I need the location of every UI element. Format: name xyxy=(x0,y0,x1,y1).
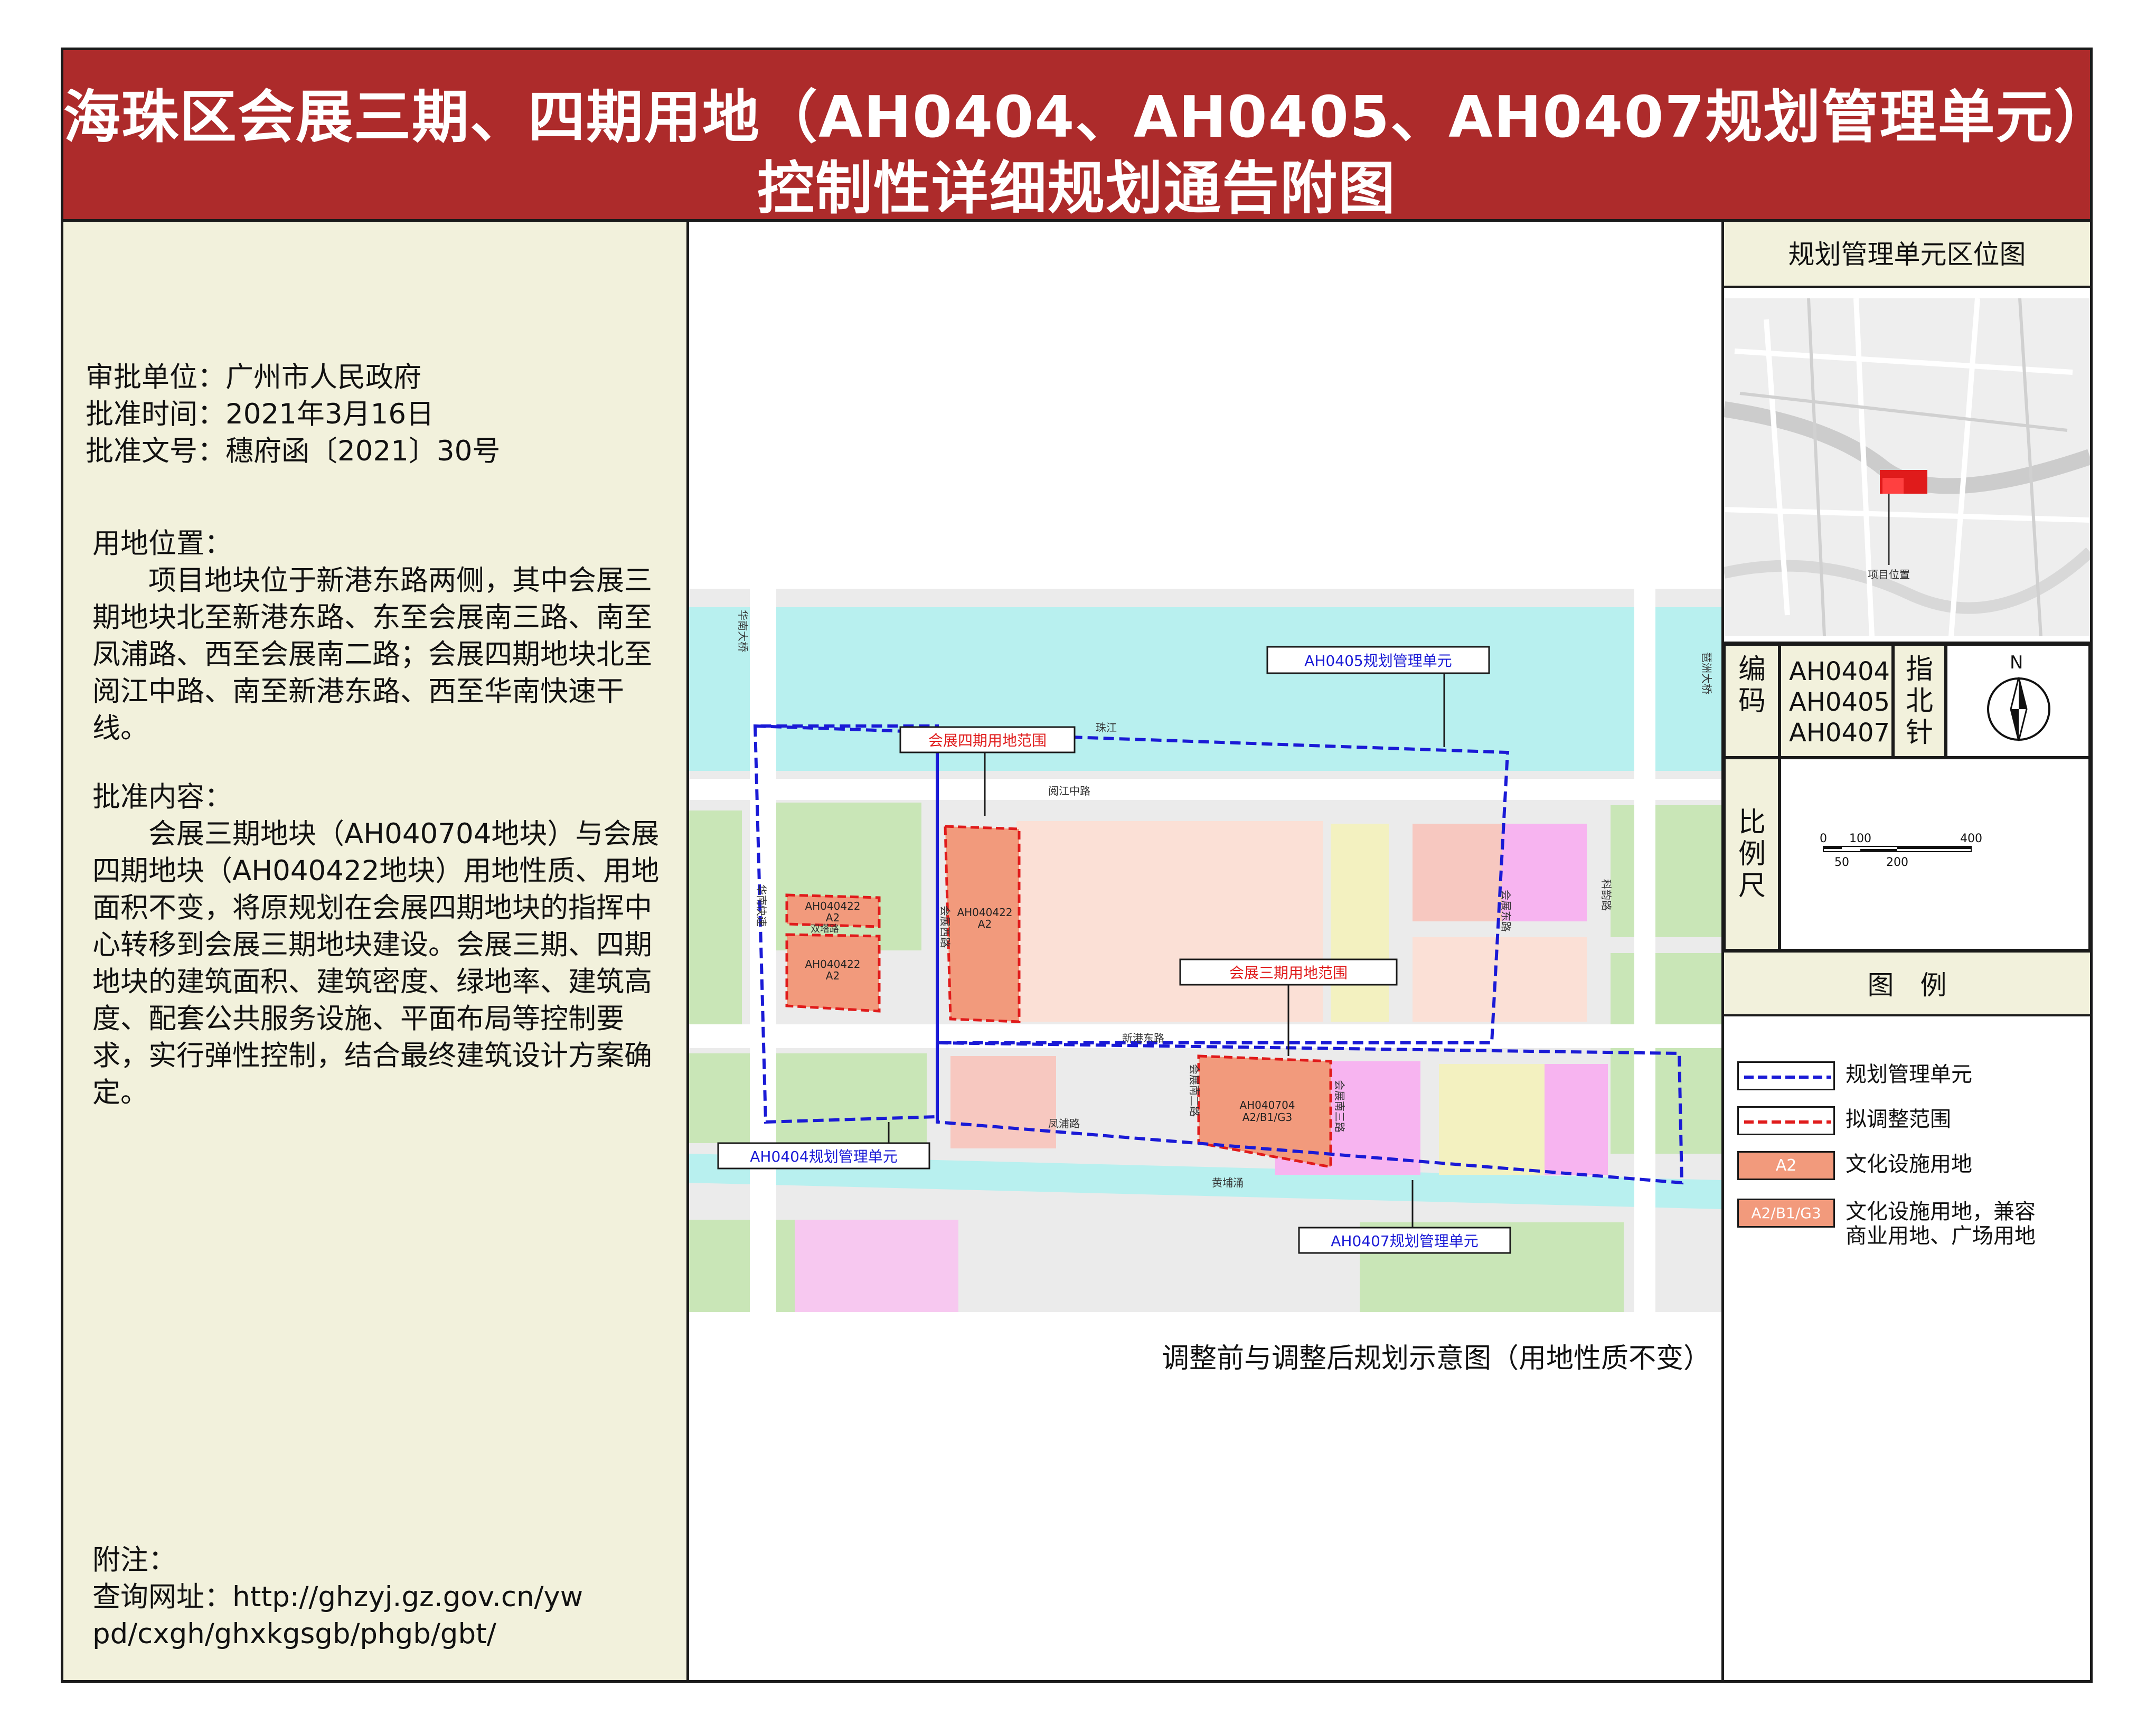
unit-code: AH0405 xyxy=(1789,687,1890,717)
road-label: 阅江中路 xyxy=(1048,785,1090,797)
unit-code: AH0407 xyxy=(1789,718,1890,748)
content-heading: 批准内容： xyxy=(92,781,232,813)
legend-title: 图 例 xyxy=(1724,950,2090,1016)
xingang-road xyxy=(689,1024,1721,1048)
note-heading: 附注： xyxy=(92,1544,176,1576)
parcel-code: AH040704 xyxy=(1239,1099,1295,1111)
approval-time: 批准时间：2021年3月16日 xyxy=(86,398,435,430)
scale-tick: 100 xyxy=(1849,832,1871,845)
parcel-code: AH040422 xyxy=(805,900,860,912)
huanan-express-road xyxy=(750,589,776,1312)
scale-tick: 0 xyxy=(1820,832,1827,845)
plot-pink-south xyxy=(950,1056,1056,1148)
green-area xyxy=(689,810,742,1048)
road-label: 双塔路 xyxy=(811,923,839,935)
scale-tick: 200 xyxy=(1886,856,1908,869)
project-location-label: 项目位置 xyxy=(1868,568,1910,581)
query-url-line-2[interactable]: pd/cxgh/ghxkgsgb/phgb/gbt/ xyxy=(92,1616,496,1653)
road-label: 华南大桥 xyxy=(737,610,749,652)
location-heading: 用地位置： xyxy=(92,527,232,560)
parcel-use: A2 xyxy=(826,969,840,982)
road-label: 科韵路 xyxy=(1600,879,1613,911)
north-arrow-cell: N xyxy=(1946,644,2090,758)
scope-label-phase4: 会展四期用地范围 xyxy=(928,732,1047,749)
legend-label: 文化设施用地 xyxy=(1846,1152,1972,1176)
title-bar: 海珠区会展三期、四期用地（AH0404、AH0405、AH0407规划管理单元）… xyxy=(63,50,2112,222)
parcel-code: AH040422 xyxy=(805,958,860,970)
green-area xyxy=(768,803,921,950)
location-map: 项目位置 xyxy=(1724,298,2090,636)
scale-tick: 400 xyxy=(1960,832,1982,845)
map-caption: 调整前与调整后规划示意图（用地性质不变） xyxy=(1161,1343,1711,1374)
unit-label-ah0405: AH0405规划管理单元 xyxy=(1304,652,1452,670)
plot-magenta-east xyxy=(1545,1064,1608,1175)
road-label: 会展南三路 xyxy=(1333,1080,1346,1133)
unit-code: AH0404 xyxy=(1789,657,1890,686)
road-label: 会展南二路 xyxy=(1188,1064,1201,1117)
code-label-cell: 编码 xyxy=(1724,644,1780,758)
north-label: 指北针 xyxy=(1905,654,1933,749)
plot-pink xyxy=(1413,824,1502,921)
title-line-1: 海珠区会展三期、四期用地（AH0404、AH0405、AH0407规划管理单元） xyxy=(63,84,2112,150)
river-label: 珠江 xyxy=(1096,721,1117,734)
road-label: 新港东路 xyxy=(1122,1032,1164,1044)
location-map-title: 规划管理单元区位图 xyxy=(1724,222,2090,288)
plot-south-west xyxy=(795,1220,958,1312)
parcel-use: A2 xyxy=(826,911,840,924)
road-label: 凤浦路 xyxy=(1048,1117,1080,1130)
parcel-use: A2/B1/G3 xyxy=(1242,1111,1293,1124)
green-area xyxy=(1611,805,1721,937)
approval-unit: 审批单位：广州市人民政府 xyxy=(86,361,421,393)
plot-light xyxy=(1413,937,1587,1022)
location-body: 项目地块位于新港东路两侧，其中会展三期地块北至新港东路、东至会展南三路、南至凤浦… xyxy=(92,564,652,744)
scale-bar-cell: 0 100 400 50 200 xyxy=(1780,758,2090,950)
legend-label: 拟调整范围 xyxy=(1846,1107,1951,1132)
legend: 规划管理单元 拟调整范围 A2 文化设施用地 A2/B1/G3 文化设施用地，兼… xyxy=(1724,1016,2090,1680)
north-arrow-icon xyxy=(1987,677,2050,741)
road-label: 黄埔涌 xyxy=(1212,1176,1244,1189)
exhibition-center-plot xyxy=(1016,821,1323,1022)
unit-label-ah0407: AH0407规划管理单元 xyxy=(1331,1232,1478,1250)
legend-label: 文化设施用地，兼容商业用地、广场用地 xyxy=(1846,1200,2036,1248)
north-letter: N xyxy=(2010,652,2023,673)
plot-magenta xyxy=(1502,824,1587,921)
content-body: 会展三期地块（AH040704地块）与会展四期地块（AH040422地块）用地性… xyxy=(92,818,660,1109)
map-sheet-frame: 海珠区会展三期、四期用地（AH0404、AH0405、AH0407规划管理单元）… xyxy=(61,48,2112,1683)
scale-bar: 0 100 400 50 200 xyxy=(1820,832,1982,869)
plan-map: AH0405规划管理单元 会展四期用地范围 会展三期用地范围 AH0404规划管… xyxy=(689,589,1721,1312)
plot-yellow xyxy=(1331,824,1389,1022)
zhujiang-river xyxy=(689,607,1721,771)
approval-doc: 批准文号：穗府函〔2021〕30号 xyxy=(86,435,501,467)
scope-label-phase3: 会展三期用地范围 xyxy=(1229,964,1348,982)
road-label: 会展东路 xyxy=(1500,890,1512,932)
scale-tick: 50 xyxy=(1834,856,1849,869)
info-panel: 审批单位：广州市人民政府 批准时间：2021年3月16日 批准文号：穗府函〔20… xyxy=(63,222,689,1680)
code-label: 编码 xyxy=(1738,654,1766,717)
plot-yellow-south xyxy=(1439,1064,1545,1175)
yuejiang-road xyxy=(689,779,1721,800)
kejun-road xyxy=(1634,589,1655,1312)
sidebar: 规划管理单元区位图 项目位置 编码 AH0404 AH0405 AH0407 指… xyxy=(1721,222,2090,1680)
parcel-code: AH040422 xyxy=(957,906,1012,919)
road-label: 琶洲大桥 xyxy=(1700,652,1713,694)
green-area xyxy=(689,1053,927,1143)
unit-label-ah0404: AH0404规划管理单元 xyxy=(750,1148,897,1165)
query-url-line-1[interactable]: 查询网址：http://ghzyj.gz.gov.cn/yw xyxy=(92,1579,583,1616)
title-line-2: 控制性详细规划通告附图 xyxy=(757,156,1396,222)
green-area xyxy=(689,1220,795,1312)
road-label: 会展西路 xyxy=(939,906,952,948)
legend-label: 规划管理单元 xyxy=(1846,1062,1972,1087)
scale-label: 比例尺 xyxy=(1738,807,1766,902)
plan-map-panel: AH0405规划管理单元 会展四期用地范围 会展三期用地范围 AH0404规划管… xyxy=(689,222,1721,1680)
code-values-cell: AH0404 AH0405 AH0407 xyxy=(1780,644,1893,758)
scale-label-cell: 比例尺 xyxy=(1724,758,1780,950)
parcel-use: A2 xyxy=(978,918,992,930)
road-label: 华南快速 xyxy=(755,884,768,927)
north-label-cell: 指北针 xyxy=(1893,644,1946,758)
